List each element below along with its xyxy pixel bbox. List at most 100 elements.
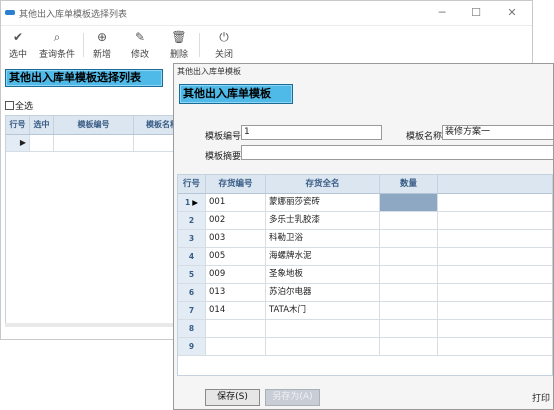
item-code-cell[interactable]: 013 xyxy=(206,284,266,301)
table-row[interactable]: 6 013 苏泊尔电器 xyxy=(178,284,552,302)
template-no-cell[interactable] xyxy=(54,135,134,151)
quantity-cell[interactable] xyxy=(380,212,438,229)
inventory-grid: 行号 存货编号 存货全名 数量 1 ▶ 001 蒙娜丽莎瓷砖 2 002 多乐士乳胶漆 3 00… xyxy=(177,174,553,376)
edit-label: 修改 xyxy=(130,50,149,60)
row-number: 1 xyxy=(185,198,191,207)
item-name-cell[interactable]: 科勒卫浴 xyxy=(266,230,380,247)
row-number-cell: 4 xyxy=(178,248,206,265)
row-number-cell: 7 xyxy=(178,302,206,319)
item-name-cell[interactable]: 圣象地板 xyxy=(266,266,380,283)
table-row[interactable]: 3 003 科勒卫浴 xyxy=(178,230,552,248)
item-name-cell[interactable]: 多乐士乳胶漆 xyxy=(266,212,380,229)
save-as-button[interactable]: 另存为(A) xyxy=(265,389,320,406)
column-header-quantity[interactable]: 数量 xyxy=(380,175,438,193)
table-row[interactable]: 7 014 TATA木门 xyxy=(178,302,552,320)
item-code-cell[interactable]: 003 xyxy=(206,230,266,247)
query-label: 查询条件 xyxy=(38,50,75,60)
quantity-cell[interactable] xyxy=(380,302,438,319)
dialog-header-banner: 其他出入库单模板 xyxy=(179,84,293,104)
save-button[interactable]: 保存(S) xyxy=(205,389,260,406)
row-number: 3 xyxy=(188,234,195,243)
row-number-cell: 6 xyxy=(178,284,206,301)
row-number: 9 xyxy=(188,342,195,351)
table-row[interactable]: 5 009 圣象地板 xyxy=(178,266,552,284)
template-no-field[interactable]: 1 xyxy=(241,125,382,140)
column-header[interactable]: 模板编号 xyxy=(54,116,134,134)
grid-header: 行号 存货编号 存货全名 数量 xyxy=(178,175,552,194)
table-row[interactable]: 9 xyxy=(178,338,552,356)
item-code-cell[interactable]: 001 xyxy=(206,194,266,211)
edit-icon: ✎ xyxy=(134,30,146,44)
title-bar: 其他出入库单模板选择列表 ─ ☐ ✕ xyxy=(1,1,532,26)
select-button[interactable]: ✔ 选中 xyxy=(5,29,31,60)
template-name-field[interactable]: 装修方案一 xyxy=(442,125,554,140)
maximize-button[interactable]: ☐ xyxy=(466,5,486,20)
trash-icon: 🗑 xyxy=(171,30,187,44)
row-number: 8 xyxy=(188,324,195,333)
item-code-cell[interactable]: 014 xyxy=(206,302,266,319)
item-name-cell[interactable]: 蒙娜丽莎瓷砖 xyxy=(266,194,380,211)
table-row[interactable]: ▶ xyxy=(6,135,176,152)
add-circle-icon: ⊕ xyxy=(96,30,108,44)
item-code-cell[interactable]: 002 xyxy=(206,212,266,229)
item-name-cell[interactable] xyxy=(266,320,380,337)
quantity-cell[interactable] xyxy=(380,194,438,211)
column-header-item-name[interactable]: 存货全名 xyxy=(266,175,380,193)
column-header-row-no[interactable]: 行号 xyxy=(178,175,206,193)
row-select-cell[interactable] xyxy=(30,135,54,151)
item-code-cell[interactable]: 005 xyxy=(206,248,266,265)
print-button[interactable]: 打印 xyxy=(532,391,550,404)
close-window-button[interactable]: ✕ xyxy=(502,5,522,20)
item-code-cell[interactable] xyxy=(206,338,266,355)
item-code-cell[interactable] xyxy=(206,320,266,337)
table-row[interactable]: 4 005 海螺牌水泥 xyxy=(178,248,552,266)
item-name-cell[interactable]: 海螺牌水泥 xyxy=(266,248,380,265)
minimize-button[interactable]: ─ xyxy=(432,5,452,20)
grid-header: 行号 选中 模板编号 模板名称 xyxy=(6,116,176,135)
quantity-cell[interactable] xyxy=(380,284,438,301)
quantity-cell[interactable] xyxy=(380,266,438,283)
checkbox-box[interactable] xyxy=(5,101,14,110)
item-name-cell[interactable] xyxy=(266,338,380,355)
dialog-title: 其他出入库单模板 xyxy=(177,67,241,76)
template-editor-dialog: 其他出入库单模板 其他出入库单模板 模板编号 1 模板名称 装修方案一 模板摘要… xyxy=(173,63,554,410)
item-code-cell[interactable]: 009 xyxy=(206,266,266,283)
edit-button[interactable]: ✎ 修改 xyxy=(128,29,152,60)
quantity-cell[interactable] xyxy=(380,338,438,355)
column-header[interactable]: 行号 xyxy=(6,116,30,134)
item-name-cell[interactable]: 苏泊尔电器 xyxy=(266,284,380,301)
close-button[interactable]: ⏻ 关闭 xyxy=(212,29,236,60)
item-name-cell[interactable]: TATA木门 xyxy=(266,302,380,319)
table-row[interactable]: 2 002 多乐士乳胶漆 xyxy=(178,212,552,230)
toolbar-divider xyxy=(83,33,84,57)
summary-field[interactable] xyxy=(241,145,554,160)
table-row[interactable]: 1 ▶ 001 蒙娜丽莎瓷砖 xyxy=(178,194,552,212)
select-all-checkbox[interactable]: 全选 xyxy=(5,99,33,112)
current-row-marker: ▶ xyxy=(192,198,198,207)
row-number: 2 xyxy=(188,216,195,225)
column-header[interactable]: 模板名称 xyxy=(134,116,176,134)
add-button[interactable]: ⊕ 新增 xyxy=(90,29,114,60)
quantity-cell[interactable] xyxy=(380,320,438,337)
query-conditions-button[interactable]: ⌕ 查询条件 xyxy=(37,29,77,60)
row-number: 5 xyxy=(188,270,195,279)
row-number-cell: 2 xyxy=(178,212,206,229)
row-number-cell: 9 xyxy=(178,338,206,355)
select-all-label: 全选 xyxy=(15,102,34,112)
template-list-grid: 行号 选中 模板编号 模板名称 ▶ xyxy=(5,115,176,327)
column-header[interactable]: 选中 xyxy=(30,116,54,134)
summary-label: 模板摘要 xyxy=(205,152,242,162)
list-header-banner: 其他出入库单模板选择列表 xyxy=(5,69,163,87)
toolbar-divider xyxy=(199,33,200,57)
delete-button[interactable]: 🗑 删除 xyxy=(167,29,191,60)
select-label: 选中 xyxy=(8,50,27,60)
horizontal-scrollbar[interactable] xyxy=(5,323,175,327)
table-row[interactable]: 8 xyxy=(178,320,552,338)
row-number: 6 xyxy=(188,288,195,297)
row-number: 4 xyxy=(188,252,195,261)
quantity-cell[interactable] xyxy=(380,248,438,265)
column-header-item-code[interactable]: 存货编号 xyxy=(206,175,266,193)
delete-label: 删除 xyxy=(169,50,188,60)
quantity-cell[interactable] xyxy=(380,230,438,247)
row-number-cell: 5 xyxy=(178,266,206,283)
